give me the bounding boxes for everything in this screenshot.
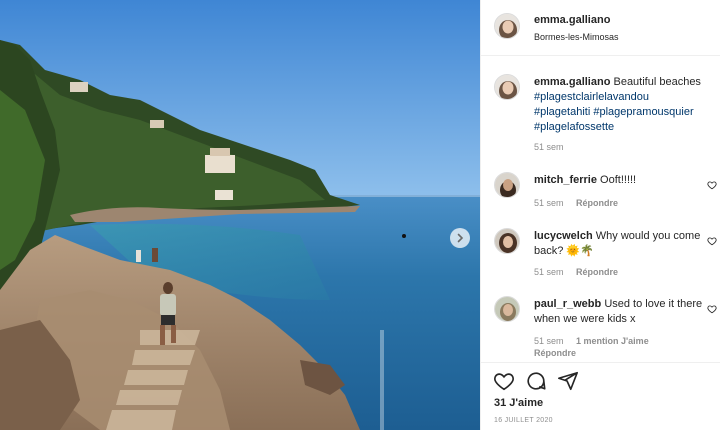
hashtag-link[interactable]: #plagestclairlelavandou xyxy=(534,91,649,103)
avatar[interactable] xyxy=(494,13,520,39)
user-avatar-image xyxy=(495,297,519,321)
heart-icon[interactable] xyxy=(493,370,515,392)
avatar[interactable] xyxy=(494,228,520,254)
caption-username[interactable]: emma.galliano xyxy=(534,76,610,88)
user-avatar-image xyxy=(495,75,519,99)
hashtag-link[interactable]: #plagepramousquier xyxy=(593,106,693,118)
heart-icon[interactable] xyxy=(707,180,717,190)
reply-button[interactable]: Répondre xyxy=(534,348,576,358)
heart-icon[interactable] xyxy=(707,236,717,246)
reply-button[interactable]: Répondre xyxy=(576,198,618,208)
post-photo xyxy=(0,0,480,430)
user-avatar-image xyxy=(495,229,519,253)
comment-text: mitch_ferrie Ooft!!!!! xyxy=(534,173,704,188)
comment-username[interactable]: paul_r_webb xyxy=(534,298,601,310)
comment-text: lucycwelch Why would you come back? 🌞🌴 xyxy=(534,229,704,259)
caption-text: emma.galliano Beautiful beaches #plagest… xyxy=(534,75,704,135)
heart-icon[interactable] xyxy=(707,304,717,314)
post-details-panel: emma.galliano Bormes-les-Mimosas emma.ga… xyxy=(480,0,720,430)
user-avatar-image xyxy=(495,14,519,38)
post-actions: 31 J'aime 16 JUILLET 2020 xyxy=(481,362,720,430)
caption-meta: 51 sem xyxy=(534,142,574,152)
caption-time[interactable]: 51 sem xyxy=(534,142,564,152)
share-icon[interactable] xyxy=(557,370,579,392)
avatar[interactable] xyxy=(494,296,520,322)
chevron-right-icon xyxy=(457,233,464,243)
comment-time[interactable]: 51 sem xyxy=(534,198,564,208)
comments-list: emma.galliano Beautiful beaches #plagest… xyxy=(481,56,720,364)
avatar[interactable] xyxy=(494,74,520,100)
reply-button[interactable]: Répondre xyxy=(576,267,618,277)
user-avatar-image xyxy=(495,173,519,197)
comment-username[interactable]: mitch_ferrie xyxy=(534,174,597,186)
carousel-next-button[interactable] xyxy=(450,228,470,248)
comment-text: paul_r_webb Used to love it there when w… xyxy=(534,297,704,327)
comment-meta: 51 sem Répondre xyxy=(534,267,628,277)
comment-icon[interactable] xyxy=(525,370,547,392)
avatar[interactable] xyxy=(494,172,520,198)
like-count[interactable]: 31 J'aime xyxy=(494,397,543,409)
comment-meta: 51 sem 1 mention J'aime xyxy=(534,336,659,346)
hashtag-link[interactable]: #plagelafossette xyxy=(534,121,614,133)
post-header: emma.galliano Bormes-les-Mimosas xyxy=(481,0,720,56)
caption-body: Beautiful beaches xyxy=(613,76,701,88)
comment-time[interactable]: 51 sem xyxy=(534,267,564,277)
hashtag-link[interactable]: #plagetahiti xyxy=(534,106,590,118)
comment-username[interactable]: lucycwelch xyxy=(534,230,593,242)
post-location[interactable]: Bormes-les-Mimosas xyxy=(534,32,619,42)
comment-time[interactable]: 51 sem xyxy=(534,336,564,346)
post-date[interactable]: 16 JUILLET 2020 xyxy=(494,417,553,424)
comment-body: Ooft!!!!! xyxy=(600,174,637,186)
comment-meta: 51 sem Répondre xyxy=(534,198,628,208)
post-author-username[interactable]: emma.galliano xyxy=(534,14,610,26)
beach-photo-image xyxy=(0,0,480,430)
comment-like-count[interactable]: 1 mention J'aime xyxy=(576,336,649,346)
